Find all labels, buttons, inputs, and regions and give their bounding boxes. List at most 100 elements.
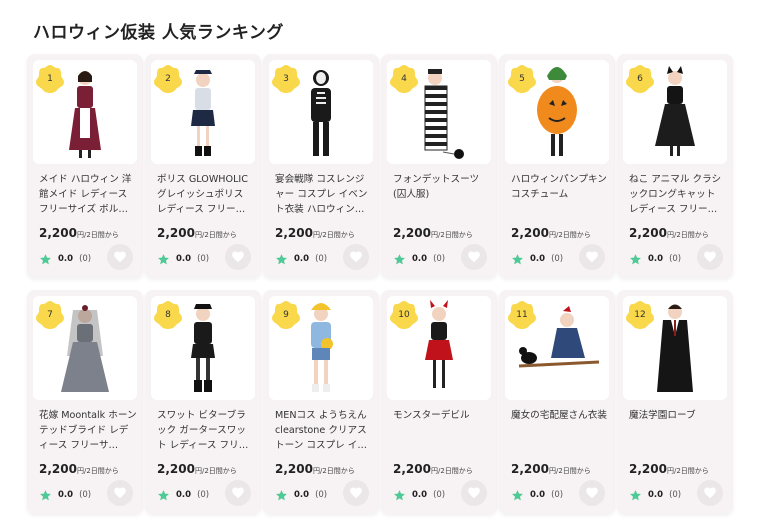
product-name[interactable]: メイド ハロウィン 洋館メイド レディース フリーサイズ ボル… <box>39 172 137 216</box>
product-price: 2,200円/2日間から <box>157 222 237 241</box>
rank-badge: 3 <box>271 64 301 94</box>
favorite-button[interactable] <box>343 480 369 506</box>
product-price: 2,200円/2日間から <box>511 222 591 241</box>
rank-number: 7 <box>47 310 53 320</box>
product-price: 2,200円/2日間から <box>157 458 237 477</box>
rank-number: 11 <box>516 310 528 320</box>
favorite-button[interactable] <box>461 480 487 506</box>
price-unit: 円/2日間から <box>194 467 237 475</box>
rank-badge: 11 <box>507 300 537 330</box>
price-amount: 2,200 <box>157 226 195 240</box>
star-icon <box>157 253 170 266</box>
product-card[interactable]: 4 フォンデットスーツ(囚人服) 2,200円/2日間から 0.0 (0) <box>381 54 497 278</box>
page-title: ハロウィン仮装 人気ランキング <box>33 23 284 43</box>
favorite-button[interactable] <box>461 244 487 270</box>
favorite-button[interactable] <box>107 244 133 270</box>
product-name[interactable]: スワット ビターブラック ガータースワット レディース フリ… <box>157 408 255 452</box>
product-rating: 0.0 (0) <box>39 487 91 503</box>
product-name[interactable]: 魔女の宅配屋さん衣装 <box>511 408 609 452</box>
rating-score: 0.0 <box>176 490 192 500</box>
star-icon <box>39 253 52 266</box>
review-count: (0) <box>315 490 328 500</box>
product-name[interactable]: モンスターデビル <box>393 408 491 452</box>
product-card[interactable]: 5 ハロウィンパンプキンコスチューム 2,200円/2日間から 0.0 (0) <box>499 54 615 278</box>
product-card[interactable]: 9 MENコス ようちえん clearstone クリアストーン コスプレ イ… 2… <box>263 290 379 514</box>
rank-number: 3 <box>283 74 289 84</box>
rank-badge: 4 <box>389 64 419 94</box>
rank-number: 12 <box>634 310 646 320</box>
review-count: (0) <box>551 254 564 264</box>
rating-score: 0.0 <box>412 254 428 264</box>
heart-icon <box>467 486 481 500</box>
product-rating: 0.0 (0) <box>157 487 209 503</box>
product-rating: 0.0 (0) <box>157 251 209 267</box>
star-icon <box>629 489 642 502</box>
favorite-button[interactable] <box>107 480 133 506</box>
product-card[interactable]: 10 モンスターデビル 2,200円/2日間から 0.0 (0) <box>381 290 497 514</box>
favorite-button[interactable] <box>225 244 251 270</box>
product-price: 2,200円/2日間から <box>39 458 119 477</box>
heart-icon <box>703 250 717 264</box>
rank-badge: 10 <box>389 300 419 330</box>
rank-number: 6 <box>637 74 643 84</box>
price-amount: 2,200 <box>511 462 549 476</box>
product-card[interactable]: 11 魔女の宅配屋さん衣装 2,200円/2日間から 0.0 (0) <box>499 290 615 514</box>
price-unit: 円/2日間から <box>312 231 355 239</box>
product-name[interactable]: フォンデットスーツ(囚人服) <box>393 172 491 216</box>
star-icon <box>39 489 52 502</box>
favorite-button[interactable] <box>697 244 723 270</box>
product-name[interactable]: 宴会戦隊 コスレンジャー コスプレ イベント衣装 ハロウィン… <box>275 172 373 216</box>
product-price: 2,200円/2日間から <box>629 458 709 477</box>
price-unit: 円/2日間から <box>548 467 591 475</box>
favorite-button[interactable] <box>225 480 251 506</box>
rank-badge: 1 <box>35 64 65 94</box>
favorite-button[interactable] <box>697 480 723 506</box>
rating-score: 0.0 <box>530 490 546 500</box>
heart-icon <box>349 486 363 500</box>
price-amount: 2,200 <box>511 226 549 240</box>
favorite-button[interactable] <box>343 244 369 270</box>
product-name[interactable]: 魔法学園ローブ <box>629 408 727 452</box>
heart-icon <box>703 486 717 500</box>
product-card[interactable]: 6 ねこ アニマル クラシックロングキャット レディース フリー… 2,200円/2… <box>617 54 733 278</box>
review-count: (0) <box>79 490 92 500</box>
product-card[interactable]: 7 花嫁 Moontalk ホーンテッドブライド レディース フリーサ… 2,200… <box>27 290 143 514</box>
price-amount: 2,200 <box>157 462 195 476</box>
star-icon <box>157 489 170 502</box>
product-rating: 0.0 (0) <box>511 487 563 503</box>
product-card[interactable]: 3 宴会戦隊 コスレンジャー コスプレ イベント衣装 ハロウィン… 2,200円/2… <box>263 54 379 278</box>
product-price: 2,200円/2日間から <box>275 222 355 241</box>
rank-number: 9 <box>283 310 289 320</box>
rank-badge: 2 <box>153 64 183 94</box>
product-card[interactable]: 8 スワット ビターブラック ガータースワット レディース フリ… 2,200円/2… <box>145 290 261 514</box>
product-card[interactable]: 1 メイド ハロウィン 洋館メイド レディース フリーサイズ ボル… 2,200円/… <box>27 54 143 278</box>
star-icon <box>275 489 288 502</box>
price-unit: 円/2日間から <box>430 467 473 475</box>
rating-score: 0.0 <box>58 490 74 500</box>
rank-badge: 9 <box>271 300 301 330</box>
product-name[interactable]: 花嫁 Moontalk ホーンテッドブライド レディース フリーサ… <box>39 408 137 452</box>
product-price: 2,200円/2日間から <box>629 222 709 241</box>
rating-score: 0.0 <box>648 490 664 500</box>
rating-score: 0.0 <box>648 254 664 264</box>
price-amount: 2,200 <box>629 226 667 240</box>
star-icon <box>393 253 406 266</box>
star-icon <box>629 253 642 266</box>
product-name[interactable]: MENコス ようちえん clearstone クリアストーン コスプレ イ… <box>275 408 373 452</box>
product-name[interactable]: ハロウィンパンプキンコスチューム <box>511 172 609 216</box>
product-card[interactable]: 2 ポリス GLOWHOLIC グレイッシュポリス レディース フリー… 2,200… <box>145 54 261 278</box>
rating-score: 0.0 <box>58 254 74 264</box>
product-name[interactable]: ねこ アニマル クラシックロングキャット レディース フリー… <box>629 172 727 216</box>
price-unit: 円/2日間から <box>194 231 237 239</box>
rating-score: 0.0 <box>294 254 310 264</box>
product-name[interactable]: ポリス GLOWHOLIC グレイッシュポリス レディース フリー… <box>157 172 255 216</box>
favorite-button[interactable] <box>579 480 605 506</box>
product-rating: 0.0 (0) <box>629 487 681 503</box>
price-amount: 2,200 <box>39 462 77 476</box>
favorite-button[interactable] <box>579 244 605 270</box>
product-card[interactable]: 12 魔法学園ローブ 2,200円/2日間から 0.0 (0) <box>617 290 733 514</box>
rank-number: 2 <box>165 74 171 84</box>
price-amount: 2,200 <box>275 462 313 476</box>
review-count: (0) <box>79 254 92 264</box>
ranking-grid: 1 メイド ハロウィン 洋館メイド レディース フリーサイズ ボル… 2,200円/… <box>27 54 737 514</box>
